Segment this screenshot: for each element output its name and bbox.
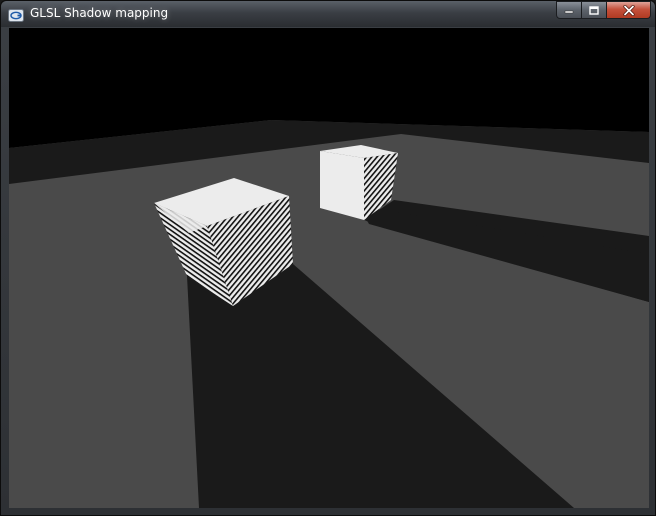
window-title: GLSL Shadow mapping: [30, 6, 169, 20]
close-button[interactable]: [607, 1, 651, 19]
opengl-window-icon[interactable]: [8, 7, 24, 22]
minimize-icon: [564, 10, 574, 14]
maximize-icon: [589, 5, 599, 15]
app-window: GLSL Shadow mapping: [0, 0, 656, 516]
close-icon: [622, 4, 635, 16]
minimize-button[interactable]: [556, 1, 582, 19]
opengl-viewport[interactable]: [9, 28, 649, 508]
caption-buttons: [556, 1, 651, 20]
maximize-button[interactable]: [582, 1, 607, 19]
title-bar[interactable]: GLSL Shadow mapping: [1, 1, 655, 27]
shadow-mapping-scene: [9, 28, 649, 508]
